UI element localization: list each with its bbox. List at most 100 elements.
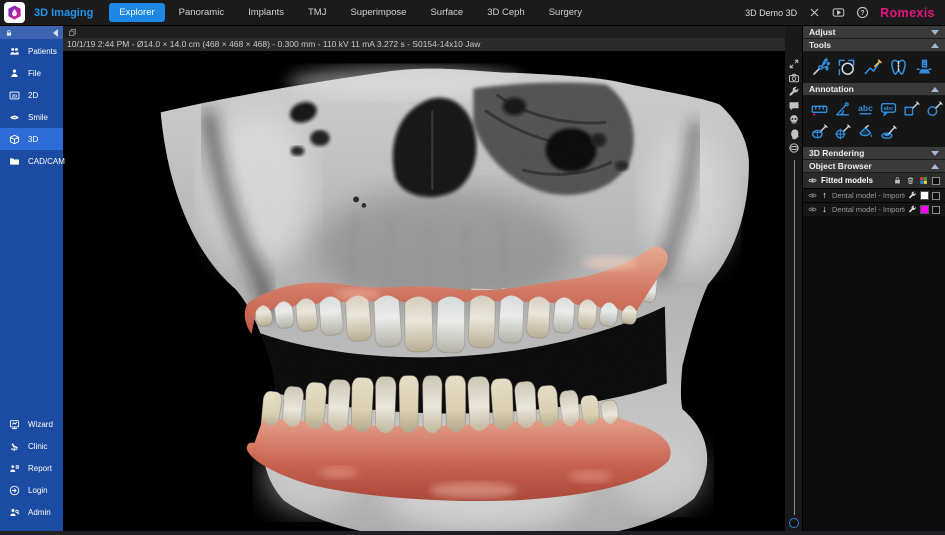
sidebar-bottom-items: Wizard Clinic Report Login Admin bbox=[0, 413, 63, 523]
sidebar-item-file[interactable]: File bbox=[0, 62, 63, 84]
angle-icon[interactable] bbox=[834, 101, 851, 118]
trash-icon[interactable] bbox=[906, 176, 915, 185]
wrench-icon[interactable] bbox=[908, 191, 917, 200]
section-annotation[interactable]: Annotation bbox=[803, 83, 945, 96]
app-title: 3D Imaging bbox=[34, 6, 94, 19]
chevron-down-icon bbox=[931, 150, 939, 156]
sidebar-item-patients[interactable]: Patients bbox=[0, 40, 63, 62]
callout-icon[interactable]: abc bbox=[880, 101, 897, 118]
object-group-fitted-models[interactable]: Fitted models bbox=[803, 173, 945, 188]
tab-implants[interactable]: Implants bbox=[238, 3, 294, 22]
crop-sphere-icon[interactable] bbox=[837, 58, 856, 77]
zoom-slider-track[interactable] bbox=[793, 160, 795, 515]
tab-surface[interactable]: Surface bbox=[420, 3, 473, 22]
window-bottom-edge bbox=[0, 531, 945, 535]
viewport-tab-strip bbox=[63, 26, 802, 38]
sidebar-item-cad-cam[interactable]: CAD/CAM bbox=[0, 150, 65, 172]
tab-panoramic[interactable]: Panoramic bbox=[169, 3, 234, 22]
object-group-checkbox[interactable] bbox=[932, 176, 940, 185]
sidebar-item-2d[interactable]: 2D 2D bbox=[0, 84, 63, 106]
sculpt-icon[interactable] bbox=[811, 58, 830, 77]
zoom-slider bbox=[785, 160, 802, 531]
zoom-slider-handle[interactable] bbox=[788, 518, 799, 528]
tab-surgery[interactable]: Surgery bbox=[539, 3, 592, 22]
rect-pencil-icon[interactable] bbox=[903, 101, 920, 118]
sidebar-item-label: Clinic bbox=[28, 441, 48, 451]
close-icon[interactable] bbox=[808, 6, 821, 19]
arrow-down-icon: ↓ bbox=[822, 204, 827, 214]
sphere-icon[interactable] bbox=[788, 142, 800, 154]
sidebar-item-report[interactable]: Report bbox=[0, 457, 63, 479]
target-pencil-icon[interactable] bbox=[834, 124, 851, 141]
collapse-left-icon[interactable] bbox=[53, 28, 58, 37]
color-swatch[interactable] bbox=[920, 205, 929, 214]
video-icon[interactable] bbox=[832, 6, 845, 19]
color-swatch[interactable] bbox=[920, 191, 929, 200]
clinic-icon bbox=[9, 441, 20, 452]
tab-explorer[interactable]: Explorer bbox=[109, 3, 165, 22]
sidebar-item-admin[interactable]: Admin bbox=[0, 501, 63, 523]
restore-layout-icon[interactable] bbox=[68, 28, 77, 37]
object-row-dental-model-2[interactable]: ↓ Dental model - Imported ... bbox=[803, 202, 945, 216]
folder-icon bbox=[9, 156, 20, 167]
arrow-up-icon: ↑ bbox=[822, 190, 827, 200]
module-tabs: Explorer Panoramic Implants TMJ Superimpose S… bbox=[107, 3, 594, 22]
sidebar-item-label: 3D bbox=[28, 134, 39, 144]
sidebar-item-wizard[interactable]: Wizard bbox=[0, 413, 63, 435]
sidebar-item-label: File bbox=[28, 68, 41, 78]
tab-superimpose[interactable]: Superimpose bbox=[340, 3, 416, 22]
svg-text:?: ? bbox=[860, 10, 864, 17]
viewport-tool-strip bbox=[785, 26, 802, 531]
object-row-checkbox[interactable] bbox=[932, 205, 940, 214]
sidebar-item-label: Smile bbox=[28, 112, 49, 122]
wrench-icon[interactable] bbox=[788, 86, 800, 98]
skull-3d-render[interactable] bbox=[63, 51, 785, 531]
sidebar-item-login[interactable]: Login bbox=[0, 479, 63, 501]
wrench-icon[interactable] bbox=[908, 205, 917, 214]
sidebar-main-items: Patients File 2D 2D Smile 3D CAD/CAM bbox=[0, 40, 65, 172]
circle-pencil-icon[interactable] bbox=[926, 101, 943, 118]
bucket-icon[interactable] bbox=[857, 124, 874, 141]
text-label-icon[interactable]: abc bbox=[857, 101, 874, 118]
expand-icon[interactable] bbox=[788, 58, 800, 70]
sidebar-item-smile[interactable]: Smile bbox=[0, 106, 63, 128]
eye-icon[interactable] bbox=[808, 205, 817, 214]
patients-icon bbox=[9, 46, 20, 57]
chevron-down-icon bbox=[931, 29, 939, 35]
section-title: Tools bbox=[809, 40, 832, 50]
profile-pencil-icon[interactable] bbox=[863, 58, 882, 77]
object-row-dental-model-1[interactable]: ↑ Dental model - Imported ... bbox=[803, 188, 945, 202]
help-icon[interactable]: ? bbox=[856, 6, 869, 19]
section-3d-rendering[interactable]: 3D Rendering bbox=[803, 147, 945, 160]
section-object-browser[interactable]: Object Browser bbox=[803, 160, 945, 173]
planmeca-logo-icon[interactable] bbox=[4, 2, 25, 23]
sidebar-item-label: Login bbox=[28, 485, 48, 495]
brush-icon[interactable] bbox=[880, 124, 897, 141]
wizard-icon bbox=[9, 419, 20, 430]
section-title: 3D Rendering bbox=[809, 148, 865, 158]
sidebar-item-3d[interactable]: 3D bbox=[0, 128, 63, 150]
palette-icon[interactable] bbox=[919, 176, 928, 185]
ellipse-pencil-icon[interactable] bbox=[811, 124, 828, 141]
ruler-icon[interactable] bbox=[811, 101, 828, 118]
face-icon[interactable] bbox=[788, 128, 800, 140]
annotation-icon-row-1: abc abc bbox=[803, 96, 945, 121]
tooth-segment-icon[interactable] bbox=[889, 58, 908, 77]
left-sidebar: Patients File 2D 2D Smile 3D CAD/CAM Wizard Cli… bbox=[0, 26, 65, 531]
implant-icon[interactable] bbox=[915, 58, 934, 77]
sidebar-item-clinic[interactable]: Clinic bbox=[0, 435, 63, 457]
sidebar-item-label: Admin bbox=[28, 507, 51, 517]
skull-icon[interactable] bbox=[788, 114, 800, 126]
tab-3d-ceph[interactable]: 3D Ceph bbox=[477, 3, 535, 22]
section-adjust[interactable]: Adjust bbox=[803, 26, 945, 39]
lock-icon[interactable] bbox=[893, 176, 902, 185]
camera-icon[interactable] bbox=[788, 72, 800, 84]
tab-tmj[interactable]: TMJ bbox=[298, 3, 336, 22]
lock-icon[interactable] bbox=[5, 29, 13, 37]
chat-icon[interactable] bbox=[788, 100, 800, 112]
eye-icon[interactable] bbox=[808, 191, 817, 200]
patient-name: 3D Demo 3D bbox=[745, 7, 798, 18]
eye-icon[interactable] bbox=[808, 176, 817, 185]
object-row-checkbox[interactable] bbox=[932, 191, 940, 200]
section-tools[interactable]: Tools bbox=[803, 39, 945, 52]
